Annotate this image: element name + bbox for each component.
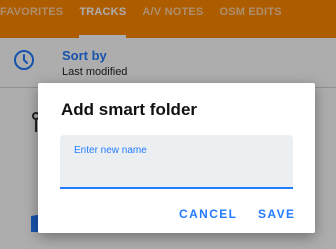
cancel-button[interactable]: CANCEL: [179, 207, 237, 221]
folder-name-field[interactable]: Enter new name: [60, 135, 293, 189]
dialog-title: Add smart folder: [61, 100, 198, 119]
save-button[interactable]: SAVE: [258, 207, 295, 221]
folder-name-label: Enter new name: [74, 145, 147, 156]
add-smart-folder-dialog: Add smart folder Enter new name CANCEL S…: [38, 83, 315, 233]
folder-name-input[interactable]: [74, 159, 279, 181]
